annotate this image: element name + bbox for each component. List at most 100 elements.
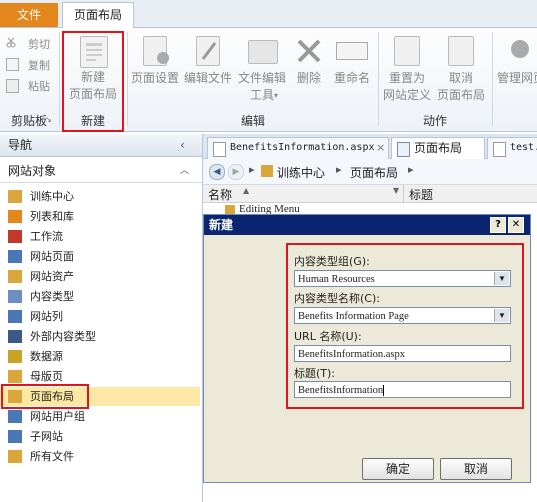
sidebar-item-label: 网站资产	[30, 270, 74, 283]
file-edit-tools-line1: 文件编辑	[237, 71, 286, 85]
sidebar-item-7[interactable]: 网站列	[0, 307, 200, 326]
dialog-launcher-icon[interactable]: ↘	[45, 115, 52, 124]
title-value: BenefitsInformation	[298, 385, 384, 396]
collapse-chevron-icon[interactable]: ‹	[180, 134, 185, 156]
cancel-button[interactable]: 取消	[440, 458, 512, 480]
ribbon-body: 剪切 复制 粘贴 剪贴板 ↘ 新建 页面布局 新建 页面设置 编辑文件 文件编辑…	[0, 28, 537, 132]
breadcrumb: ◀ ▶ ▸ 训练中心 ▸ 页面布局 ▸	[203, 159, 537, 185]
back-arrow-icon[interactable]: ◀	[209, 164, 225, 180]
sidebar-item-label: 网站列	[30, 310, 63, 323]
manage-pages-label: 管理网页	[497, 71, 537, 85]
column-title[interactable]: 标题	[409, 186, 433, 203]
datasource-icon	[8, 350, 22, 363]
edit-group-label: 编辑	[240, 114, 265, 128]
breadcrumb-chevron-icon: ▸	[336, 163, 342, 176]
delete-button[interactable]: 删除	[292, 36, 326, 96]
asset-icon	[8, 270, 22, 283]
master-icon	[8, 370, 22, 383]
group-label: 内容类型组(G):	[294, 255, 370, 268]
name-label: 内容类型名称(C):	[294, 292, 380, 305]
tab-page-layout[interactable]: 页面布局	[62, 2, 134, 28]
paste-label: 粘贴	[28, 80, 50, 93]
sidebar-item-label: 网站页面	[30, 250, 74, 263]
ribbon-tab-bar: 文件 页面布局	[0, 0, 537, 28]
close-button[interactable]: ✕	[508, 217, 524, 233]
column-name[interactable]: 名称	[208, 186, 232, 203]
reset-site-definition-button[interactable]: 重置为 网站定义	[381, 36, 433, 112]
help-button[interactable]: ?	[490, 217, 506, 233]
cancel-layout-icon	[448, 36, 474, 66]
sidebar-item-8[interactable]: 外部内容类型	[0, 327, 200, 346]
cut-label: 剪切	[28, 38, 50, 51]
site-objects-label: 网站对象	[8, 164, 57, 178]
ok-button[interactable]: 确定	[362, 458, 434, 480]
tab-label: test.	[510, 142, 537, 153]
tab-benefits-aspx[interactable]: BenefitsInformation.aspx ×	[207, 137, 389, 159]
nav-header: 导航 ‹	[0, 134, 202, 157]
content-type-name-select[interactable]: Benefits Information Page ▼	[294, 307, 511, 324]
file-icon	[493, 142, 506, 157]
cancel-line1: 取消	[448, 71, 473, 85]
content-type-icon	[8, 290, 22, 303]
filter-dropdown-icon[interactable]: ▼	[393, 186, 399, 195]
sidebar-item-label: 训练中心	[30, 190, 74, 203]
url-label: URL 名称(U):	[294, 330, 362, 343]
column-divider	[403, 185, 404, 202]
file-icon	[213, 142, 226, 157]
paste-icon	[6, 79, 19, 93]
site-objects-header[interactable]: 网站对象 ︿	[0, 160, 202, 183]
sidebar-item-14[interactable]: 所有文件	[0, 447, 200, 466]
sidebar-item-4[interactable]: 网站页面	[0, 247, 200, 266]
url-value: BenefitsInformation.aspx	[298, 349, 406, 360]
title-input[interactable]: BenefitsInformation	[294, 381, 511, 398]
scissors-icon	[6, 37, 16, 48]
page-settings-button[interactable]: 页面设置	[130, 36, 180, 96]
sidebar-item-3[interactable]: 工作流	[0, 227, 200, 246]
file-edit-tools-button[interactable]: 文件编辑 工具 ▾	[234, 36, 290, 112]
chevron-down-icon[interactable]: ▼	[494, 272, 509, 285]
sidebar-item-6[interactable]: 内容类型	[0, 287, 200, 306]
sidebar-item-5[interactable]: 网站资产	[0, 267, 200, 286]
new-page-layout-button[interactable]: 新建 页面布局	[65, 36, 121, 104]
rename-button[interactable]: 重命名	[330, 36, 374, 96]
sidebar-item-2[interactable]: 列表和库	[0, 207, 200, 226]
sidebar-item-label: 网站用户组	[30, 410, 85, 423]
breadcrumb-site[interactable]: 训练中心	[277, 164, 325, 181]
edit-file-label: 编辑文件	[183, 71, 232, 85]
cancel-page-layout-button[interactable]: 取消 页面布局	[435, 36, 487, 112]
edit-file-button[interactable]: 编辑文件	[183, 36, 233, 96]
page-layout-highlight	[1, 384, 89, 409]
tab-file[interactable]: 文件	[0, 3, 58, 27]
sidebar-item-13[interactable]: 子网站	[0, 427, 200, 446]
tab-test[interactable]: test.	[487, 137, 537, 159]
title-label: 标题(T):	[294, 367, 336, 380]
edit-page-icon	[196, 36, 220, 66]
rename-label: 重命名	[333, 71, 370, 85]
sidebar-item-label: 子网站	[30, 430, 63, 443]
content-type-group-select[interactable]: Human Resources ▼	[294, 270, 511, 287]
close-icon[interactable]: ×	[376, 138, 385, 158]
column-icon	[8, 310, 22, 323]
action-group-label: 动作	[422, 114, 447, 128]
manage-pages-button[interactable]: 管理网页	[495, 36, 537, 96]
chevron-down-icon[interactable]: ▼	[494, 309, 509, 322]
subsite-icon	[8, 430, 22, 443]
url-name-input[interactable]: BenefitsInformation.aspx	[294, 345, 511, 362]
sidebar-item-label: 数据源	[30, 350, 63, 363]
separator	[59, 32, 60, 126]
breadcrumb-current[interactable]: 页面布局	[350, 164, 398, 181]
delete-x-icon	[296, 38, 322, 67]
sidebar-item-9[interactable]: 数据源	[0, 347, 200, 366]
sidebar-item-12[interactable]: 网站用户组	[0, 407, 200, 426]
new-button-line2: 页面布局	[68, 87, 117, 101]
tab-page-layout-doc[interactable]: 页面布局	[391, 137, 485, 160]
site-icon	[261, 165, 273, 177]
tab-label: 页面布局	[414, 141, 463, 155]
layout-tab-icon	[397, 142, 410, 157]
copy-icon	[6, 58, 19, 71]
sidebar-item-1[interactable]: 训练中心	[0, 187, 200, 206]
breadcrumb-chevron-icon: ▸	[408, 163, 414, 176]
tab-label: BenefitsInformation.aspx	[230, 142, 375, 153]
folder-open-icon	[248, 40, 278, 64]
forward-arrow-icon[interactable]: ▶	[228, 164, 244, 180]
